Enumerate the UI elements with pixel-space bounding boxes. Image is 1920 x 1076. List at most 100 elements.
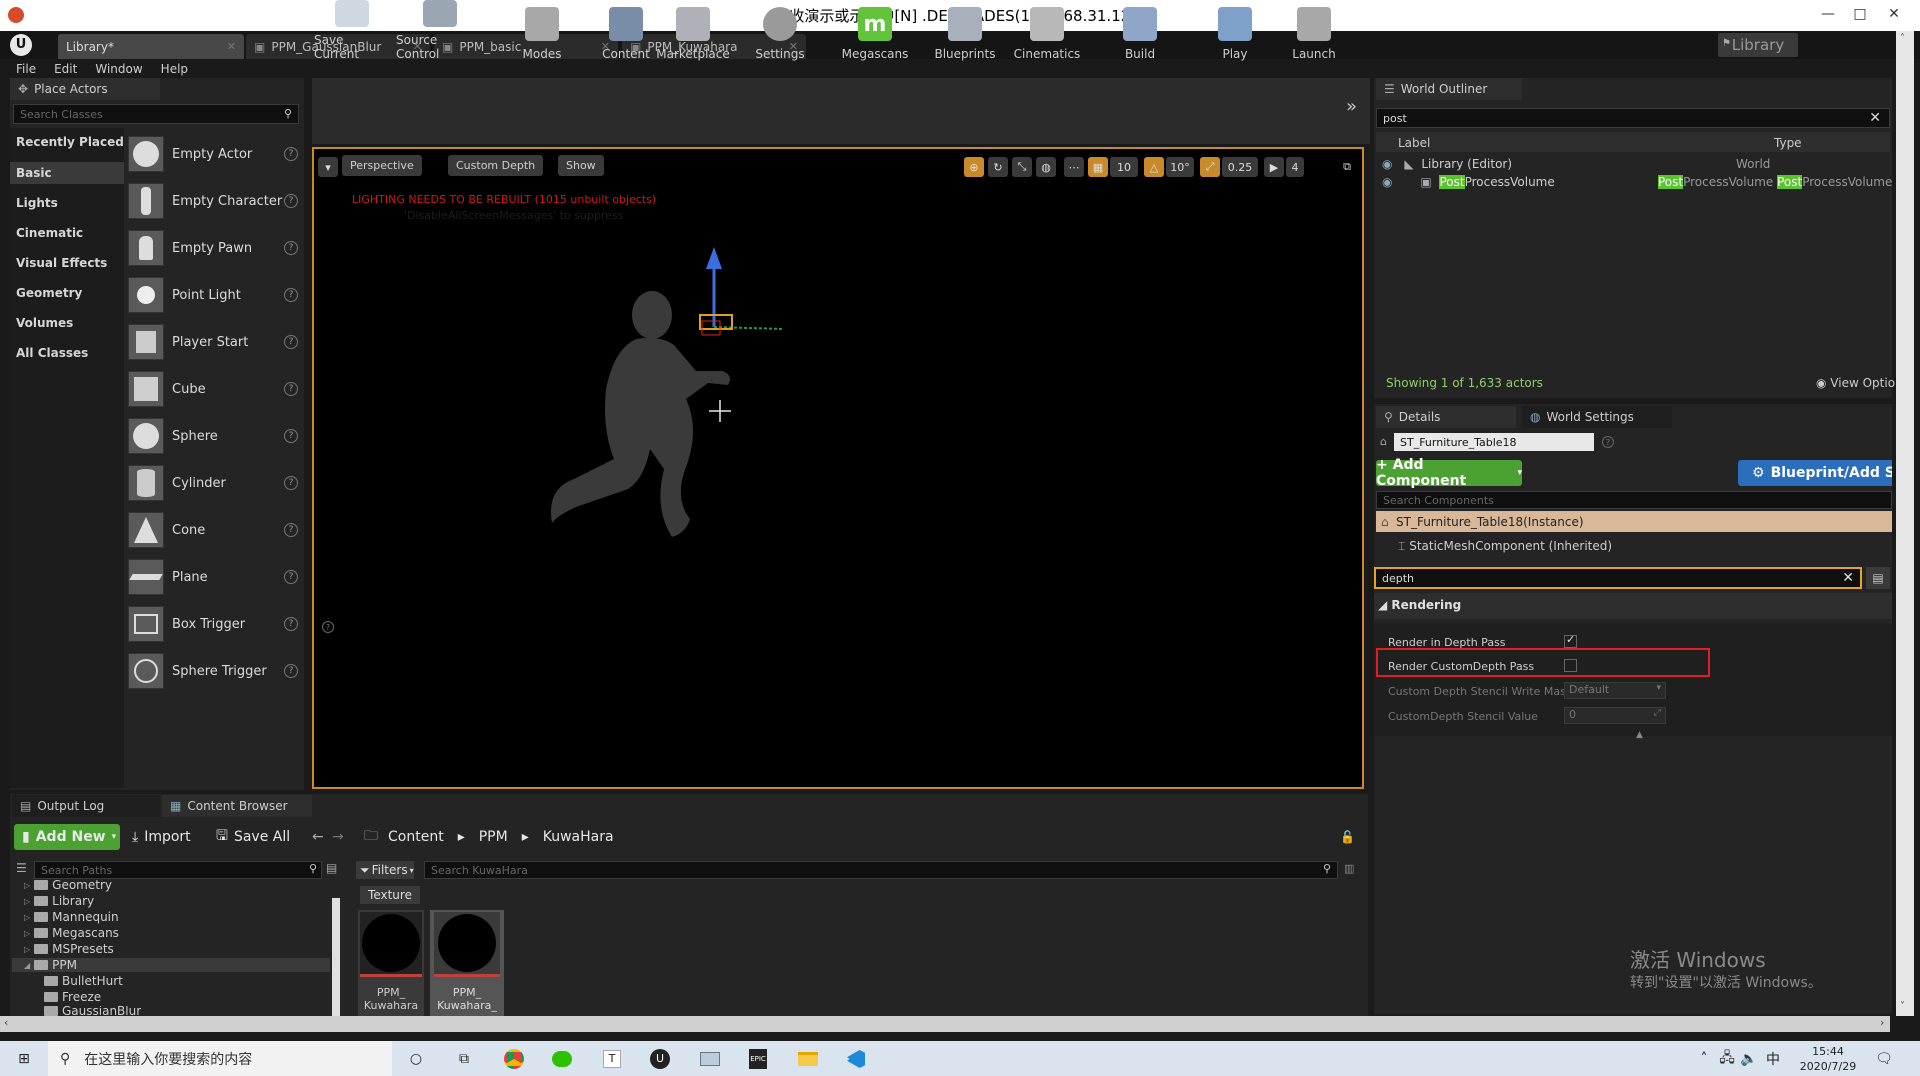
actor-cone[interactable]: Cone? (128, 510, 298, 550)
tree-item-mannequin[interactable]: ▷ Mannequin (24, 910, 119, 924)
ime-indicator[interactable]: 中 (1764, 1047, 1782, 1071)
tab-content-browser[interactable]: ▦ Content Browser (162, 795, 312, 817)
actor-cylinder[interactable]: Cylinder? (128, 463, 298, 503)
tab-world-settings[interactable]: ◍ World Settings (1522, 406, 1672, 428)
search-components-input[interactable]: Search Components (1376, 491, 1892, 509)
menu-edit[interactable]: Edit (54, 62, 77, 76)
save-search-icon[interactable]: ▥ (1344, 862, 1356, 876)
tree-item-mspresets[interactable]: ▷ MSPresets (24, 942, 114, 956)
unreal-engine-icon[interactable]: U (648, 1047, 672, 1071)
render-in-depth-pass-checkbox[interactable]: ✓ (1564, 633, 1577, 648)
tree-item-megascans[interactable]: ▷ Megascans (24, 926, 119, 940)
actor-sphere-trigger[interactable]: Sphere Trigger? (128, 651, 298, 691)
taskbar-search-box[interactable]: ⚲ 在这里输入你要搜索的内容 (48, 1041, 392, 1076)
stencil-value-field[interactable]: 0 ⤢ (1564, 707, 1666, 724)
actor-player-start[interactable]: Player Start? (128, 322, 298, 362)
level-viewport[interactable]: ▾ Perspective Custom Depth Show ⊕ ↻ ⤡ ◍ … (312, 147, 1364, 789)
toolbar-overflow-icon[interactable]: » (1346, 96, 1357, 117)
settings-button[interactable]: Settings (750, 0, 810, 66)
category-volumes[interactable]: Volumes (16, 316, 73, 330)
tree-item-geometry[interactable]: ▷ Geometry (24, 878, 112, 892)
help-icon[interactable]: ? (1602, 436, 1614, 448)
tree-item-library[interactable]: ▷ Library (24, 894, 94, 908)
column-label[interactable]: Label (1398, 136, 1430, 150)
actor-point-light[interactable]: Point Light? (128, 275, 298, 315)
actor-empty-actor[interactable]: Empty Actor? (128, 134, 298, 174)
launch-button[interactable]: Launch (1284, 0, 1344, 66)
actor-cube[interactable]: Cube? (128, 369, 298, 409)
help-icon[interactable]: ? (284, 335, 298, 349)
tray-overflow-icon[interactable]: ˄ (1696, 1047, 1712, 1071)
collapse-arrow-icon[interactable]: ▲ (1636, 730, 1643, 740)
help-icon[interactable]: ? (284, 147, 298, 161)
scroll-right-icon[interactable]: › (1880, 1016, 1884, 1029)
content-button[interactable]: Content (596, 0, 656, 66)
actor-box-trigger[interactable]: Box Trigger? (128, 604, 298, 644)
volume-icon[interactable]: 🔈 (1740, 1047, 1758, 1071)
import-button[interactable]: ⤓ Import (132, 824, 191, 850)
megascans-button[interactable]: m Megascans (840, 0, 910, 66)
add-new-button[interactable]: ▮ Add New ▾ (14, 824, 120, 850)
chrome-icon[interactable] (502, 1047, 526, 1071)
tree-item-freeze[interactable]: Freeze (44, 990, 101, 1004)
path-view-options-icon[interactable]: ▤ (326, 861, 338, 875)
clear-search-icon[interactable]: ✕ (1869, 110, 1881, 126)
actor-empty-pawn[interactable]: Empty Pawn? (128, 228, 298, 268)
asset-tile-selected[interactable]: PPM_ Kuwahara_ (430, 910, 504, 1016)
add-component-button[interactable]: + Add Component ▾ (1376, 457, 1522, 489)
save-current-button[interactable]: Save Current (314, 0, 390, 66)
close-tab-icon[interactable]: ✕ (227, 40, 236, 53)
tab-output-log[interactable]: ▤ Output Log (12, 795, 160, 817)
help-icon[interactable]: ? (284, 664, 298, 678)
horizontal-scrollbar[interactable]: ‹ › (0, 1016, 1890, 1032)
component-instance-row[interactable]: ⌂ ST_Furniture_Table18(Instance) (1376, 511, 1892, 532)
tab-details[interactable]: ⚲ Details (1376, 406, 1516, 428)
help-icon[interactable]: ? (284, 570, 298, 584)
source-control-button[interactable]: Source Control (396, 0, 484, 66)
help-icon[interactable]: ? (284, 382, 298, 396)
column-type[interactable]: Type (1774, 136, 1802, 150)
search-classes-input[interactable]: Search Classes ⚲ (13, 104, 299, 124)
eye-icon[interactable]: ◉ (1382, 175, 1392, 189)
close-button[interactable]: ✕ (1878, 0, 1910, 28)
object-name-field[interactable]: ST_Furniture_Table18 (1394, 433, 1594, 451)
tree-item-ppm[interactable]: ◢ PPM (24, 958, 77, 972)
cortana-icon[interactable]: ○ (404, 1047, 428, 1071)
help-icon[interactable]: ? (284, 476, 298, 490)
scroll-down-icon[interactable]: ˅ (1900, 1001, 1905, 1012)
remote-desktop-icon[interactable] (698, 1047, 722, 1071)
actor-plane[interactable]: Plane? (128, 557, 298, 597)
tab-world-outliner[interactable]: ☰ World Outliner (1376, 78, 1522, 100)
notifications-icon[interactable]: 🗨 (1872, 1047, 1896, 1071)
wechat-icon[interactable] (550, 1047, 574, 1071)
play-button[interactable]: Play (1206, 0, 1264, 66)
help-icon[interactable]: ? (284, 429, 298, 443)
build-button[interactable]: Build (1110, 0, 1170, 66)
back-button[interactable]: ← (312, 824, 324, 850)
epic-games-icon[interactable]: EPIC (746, 1047, 770, 1071)
marketplace-button[interactable]: Marketplace (656, 0, 730, 66)
property-matrix-icon[interactable]: ▤ (1866, 567, 1890, 589)
actor-sphere[interactable]: Sphere? (128, 416, 298, 456)
category-visual-effects[interactable]: Visual Effects (16, 256, 107, 270)
scroll-left-icon[interactable]: ‹ (4, 1016, 8, 1029)
asset-tile[interactable]: PPM_ Kuwahara (358, 910, 424, 1016)
modes-button[interactable]: Modes (512, 0, 572, 66)
help-icon[interactable]: ? (284, 194, 298, 208)
actor-empty-character[interactable]: Empty Character? (128, 181, 298, 221)
taskbar-clock[interactable]: 15:44 2020/7/29 (1796, 1044, 1860, 1074)
blueprint-add-script-button[interactable]: ⚙Blueprint/Add Scri (1738, 460, 1892, 486)
category-lights[interactable]: Lights (16, 196, 58, 210)
tree-item-bullethurt[interactable]: BulletHurt (44, 974, 123, 988)
category-all-classes[interactable]: All Classes (16, 346, 88, 360)
menu-help[interactable]: Help (161, 62, 188, 76)
lock-icon[interactable]: 🔓 (1340, 830, 1355, 844)
search-assets-input[interactable]: Search KuwaHara ⚲ (424, 861, 1338, 879)
windows-start-icon[interactable]: ⊞ (12, 1047, 36, 1071)
view-options-button[interactable]: ◉ View Optio (1816, 376, 1895, 390)
help-icon[interactable]: ? (284, 241, 298, 255)
outliner-search-input[interactable]: post ✕ (1376, 108, 1890, 128)
blueprints-button[interactable]: Blueprints (932, 0, 998, 66)
breadcrumb-ppm[interactable]: PPM (479, 829, 508, 845)
minimize-button[interactable]: — (1812, 0, 1844, 28)
